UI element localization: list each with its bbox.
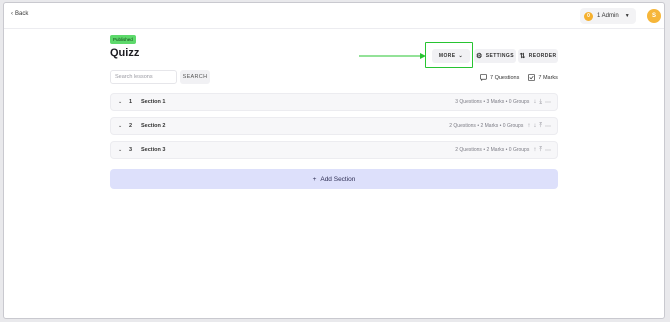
- section-title: Section 1: [141, 99, 166, 105]
- arrow-up-icon[interactable]: ↑: [533, 147, 536, 153]
- chevron-left-icon: ‹: [11, 11, 13, 17]
- add-section-button[interactable]: + Add Section: [110, 169, 558, 189]
- marks-stat: 7 Marks: [528, 74, 558, 81]
- back-label: Back: [15, 11, 29, 17]
- collapse-up-icon[interactable]: ⤒: [539, 147, 542, 154]
- chevron-down-icon[interactable]: ⌄: [118, 99, 126, 105]
- section-meta: 2 Questions • 2 Marks • 0 Groups: [449, 123, 524, 129]
- reorder-label: REORDER: [528, 53, 557, 59]
- back-link[interactable]: ‹ Back: [11, 11, 28, 17]
- chevron-down-icon: ▼: [624, 13, 630, 19]
- search-input[interactable]: [110, 70, 177, 84]
- more-dots-icon[interactable]: ⋯: [545, 99, 551, 106]
- status-badge: Published: [110, 35, 136, 44]
- settings-label: SETTINGS: [485, 53, 514, 59]
- section-title: Section 3: [141, 147, 166, 153]
- section-actions: ↑ ⤒ ⋯: [533, 147, 551, 154]
- arrow-down-icon[interactable]: ↓: [533, 123, 536, 129]
- search-button[interactable]: SEARCH: [180, 70, 210, 84]
- section-row[interactable]: ⌄ 2 Section 2 2 Questions • 2 Marks • 0 …: [110, 117, 558, 135]
- reorder-button[interactable]: ⇅ REORDER: [518, 49, 558, 63]
- questions-icon: [480, 74, 487, 81]
- plus-icon: +: [312, 175, 317, 183]
- more-button[interactable]: MORE ⌄: [432, 49, 470, 63]
- arrow-up-icon[interactable]: ↑: [527, 123, 530, 129]
- chevron-down-icon: ⌄: [458, 53, 464, 59]
- section-actions: ↓ ⤓ ⋯: [533, 99, 551, 106]
- chevron-down-icon[interactable]: ⌄: [118, 147, 126, 153]
- section-number: 2: [129, 123, 133, 129]
- add-section-label: Add Section: [320, 175, 356, 183]
- section-number: 1: [129, 99, 133, 105]
- avatar[interactable]: S: [647, 9, 661, 23]
- section-meta: 3 Questions • 3 Marks • 0 Groups: [455, 99, 530, 105]
- coin-icon: 0: [584, 11, 593, 21]
- arrow-down-icon[interactable]: ↓: [533, 99, 536, 105]
- section-meta: 2 Questions • 2 Marks • 0 Groups: [455, 147, 530, 153]
- questions-stat: 7 Questions: [480, 74, 519, 81]
- gear-icon: ⚙: [476, 53, 483, 60]
- arrow-down-icon[interactable]: ⤓: [539, 99, 542, 106]
- annotation-arrow: [359, 53, 426, 59]
- app-window: ‹ Back 0 1 Admin ▼ S Published Quizz MOR…: [3, 2, 665, 319]
- top-bar: ‹ Back 0 1 Admin ▼ S: [4, 3, 664, 29]
- admin-label: 1 Admin: [597, 13, 619, 19]
- section-number: 3: [129, 147, 133, 153]
- questions-count: 7 Questions: [490, 74, 520, 81]
- more-label: MORE: [438, 53, 456, 59]
- reorder-icon: ⇅: [519, 53, 526, 60]
- section-actions: ↑ ↓ ⤒ ⋯: [527, 123, 551, 130]
- chevron-down-icon[interactable]: ⌄: [118, 123, 126, 129]
- more-dots-icon[interactable]: ⋯: [545, 147, 551, 154]
- section-row[interactable]: ⌄ 1 Section 1 3 Questions • 3 Marks • 0 …: [110, 93, 558, 111]
- quiz-stats: 7 Questions 7 Marks: [480, 74, 558, 81]
- section-title: Section 2: [141, 123, 166, 129]
- more-dots-icon[interactable]: ⋯: [545, 123, 551, 130]
- settings-button[interactable]: ⚙ SETTINGS: [474, 49, 516, 63]
- page-title: Quizz: [110, 47, 140, 59]
- collapse-up-icon[interactable]: ⤒: [539, 123, 542, 130]
- admin-dropdown[interactable]: 0 1 Admin ▼: [580, 8, 636, 24]
- marks-count: 7 Marks: [538, 74, 558, 81]
- marks-checkbox-icon: [528, 74, 536, 81]
- section-row[interactable]: ⌄ 3 Section 3 2 Questions • 2 Marks • 0 …: [110, 141, 558, 159]
